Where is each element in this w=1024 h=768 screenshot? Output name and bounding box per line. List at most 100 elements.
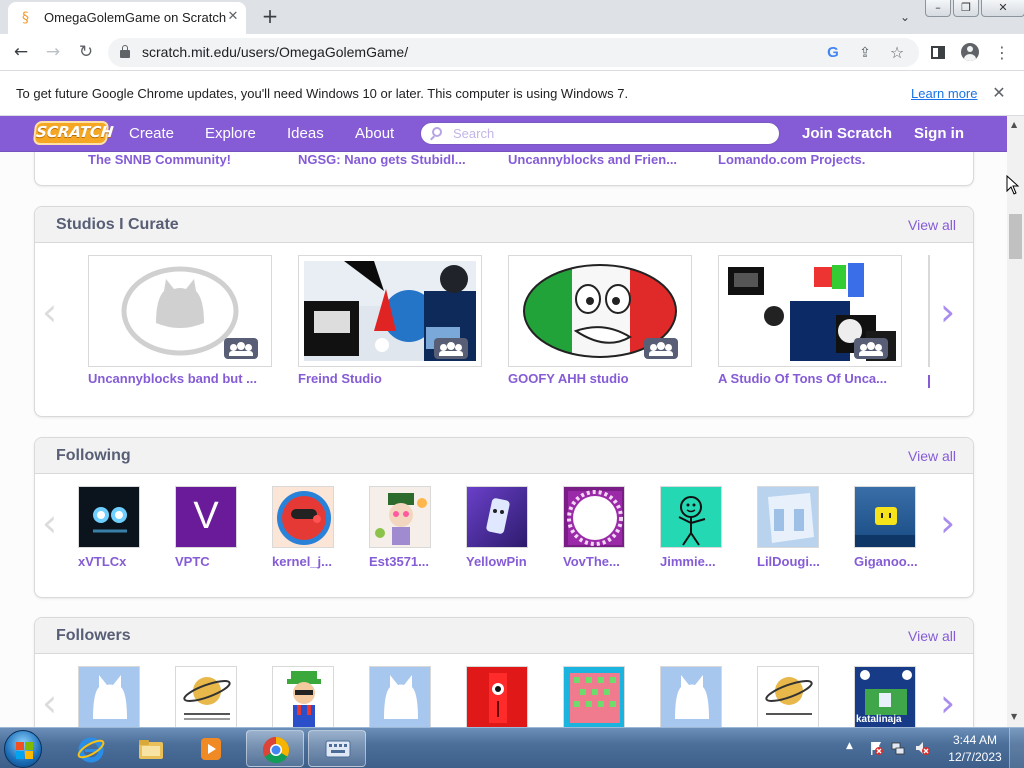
user-avatar[interactable]: [466, 486, 528, 548]
studio-title[interactable]: Uncannyblocks band but ...: [88, 371, 257, 386]
strip-item[interactable]: Uncannyblocks and Frien...: [508, 152, 677, 167]
tab-search-chevron-icon[interactable]: ⌄: [895, 7, 915, 27]
user-avatar[interactable]: [272, 486, 334, 548]
nav-create[interactable]: Create: [129, 125, 174, 142]
taskbar-ie-button[interactable]: [62, 730, 120, 767]
user-avatar[interactable]: V: [175, 486, 237, 548]
page-viewport: SCRATCH Create Explore Ideas About Searc…: [0, 116, 1007, 727]
page-scrollbar[interactable]: ▲ ▼: [1007, 116, 1024, 727]
network-icon[interactable]: [890, 740, 906, 756]
profile-avatar-icon[interactable]: [958, 41, 982, 65]
user-avatar[interactable]: [757, 486, 819, 548]
studio-title[interactable]: A Studio Of Tons Of Unca...: [718, 371, 887, 386]
google-icon[interactable]: G: [822, 42, 844, 64]
taskbar-explorer-button[interactable]: [122, 730, 180, 767]
followers-view-all-link[interactable]: View all: [908, 628, 956, 644]
strip-item[interactable]: Lomando.com Projects.: [718, 152, 865, 167]
taskbar-media-player-button[interactable]: [182, 730, 240, 767]
carousel-next-icon[interactable]: ›: [940, 504, 955, 542]
user-name[interactable]: YellowPin: [466, 554, 527, 569]
following-view-all-link[interactable]: View all: [908, 448, 956, 464]
user-name[interactable]: VovThe...: [563, 554, 620, 569]
scroll-down-icon[interactable]: ▼: [1011, 712, 1017, 721]
carousel-next-icon[interactable]: ›: [940, 684, 955, 722]
sign-in-link[interactable]: Sign in: [914, 125, 964, 142]
user-name[interactable]: Est3571...: [369, 554, 429, 569]
user-avatar[interactable]: katalinaja: [854, 666, 916, 727]
minimize-button[interactable]: –: [925, 0, 951, 17]
scroll-thumb[interactable]: [1009, 214, 1022, 259]
bookmark-star-icon[interactable]: ☆: [886, 42, 908, 64]
studio-thumbnail[interactable]: [298, 255, 482, 367]
search-input[interactable]: Search: [420, 122, 780, 145]
strip-item[interactable]: NGSG: Nano gets Stubidl...: [298, 152, 466, 167]
user-avatar[interactable]: [660, 666, 722, 727]
lock-icon[interactable]: [120, 45, 130, 58]
user-avatar[interactable]: [369, 486, 431, 548]
user-avatar[interactable]: [272, 666, 334, 727]
infobar-message: To get future Google Chrome updates, you…: [16, 86, 629, 101]
user-name[interactable]: Jimmie...: [660, 554, 716, 569]
reload-icon[interactable]: ↻: [73, 39, 99, 65]
studio-thumbnail-partial: [928, 255, 930, 367]
taskbar-chrome-button[interactable]: [246, 730, 304, 767]
user-name[interactable]: LilDougi...: [757, 554, 820, 569]
learn-more-link[interactable]: Learn more: [911, 86, 977, 101]
user-name[interactable]: VPTC: [175, 554, 210, 569]
studio-title[interactable]: GOOFY AHH studio: [508, 371, 629, 386]
side-panel-icon[interactable]: [926, 41, 950, 65]
user-name[interactable]: Giganoo...: [854, 554, 918, 569]
forward-arrow-icon[interactable]: →: [40, 39, 66, 65]
carousel-next-icon[interactable]: ›: [940, 293, 955, 331]
user-name[interactable]: xVTLCx: [78, 554, 126, 569]
studio-title[interactable]: Freind Studio: [298, 371, 382, 386]
clock-time[interactable]: 3:44 AM: [947, 733, 1003, 747]
clock-date[interactable]: 12/7/2023: [945, 750, 1005, 764]
strip-item[interactable]: The SNNB Community!: [88, 152, 231, 167]
scroll-up-icon[interactable]: ▲: [1011, 120, 1017, 129]
kebab-menu-icon[interactable]: ⋮: [990, 41, 1014, 65]
join-scratch-link[interactable]: Join Scratch: [802, 125, 892, 142]
followers-header: Followers View all: [35, 618, 973, 654]
studio-group-icon: [854, 338, 888, 359]
nav-ideas[interactable]: Ideas: [287, 125, 324, 142]
carousel-prev-icon[interactable]: ‹: [42, 684, 57, 722]
carousel-prev-icon[interactable]: ‹: [42, 504, 57, 542]
user-name[interactable]: kernel_j...: [272, 554, 332, 569]
followers-card: Followers View all ‹ › katalinaja: [34, 617, 974, 727]
show-desktop-button[interactable]: [1009, 728, 1024, 768]
studio-thumbnail[interactable]: [508, 255, 692, 367]
new-tab-button[interactable]: +: [258, 5, 282, 29]
studio-thumbnail[interactable]: [718, 255, 902, 367]
action-center-flag-icon[interactable]: [868, 740, 884, 756]
user-avatar[interactable]: [175, 666, 237, 727]
nav-about[interactable]: About: [355, 125, 394, 142]
volume-muted-icon[interactable]: [914, 740, 930, 756]
nav-explore[interactable]: Explore: [205, 125, 256, 142]
back-arrow-icon[interactable]: ←: [8, 39, 34, 65]
start-button[interactable]: [4, 730, 42, 768]
user-avatar[interactable]: [854, 486, 916, 548]
user-avatar[interactable]: [757, 666, 819, 727]
url-text[interactable]: scratch.mit.edu/users/OmegaGolemGame/: [142, 44, 408, 60]
user-avatar[interactable]: [466, 666, 528, 727]
close-window-button[interactable]: ✕: [981, 0, 1024, 17]
share-icon[interactable]: ⇪: [854, 42, 876, 64]
taskbar-keyboard-button[interactable]: [308, 730, 366, 767]
user-avatar[interactable]: [369, 666, 431, 727]
address-bar[interactable]: scratch.mit.edu/users/OmegaGolemGame/ G …: [108, 38, 919, 67]
user-avatar[interactable]: [563, 486, 625, 548]
studios-view-all-link[interactable]: View all: [908, 217, 956, 233]
scratch-logo[interactable]: SCRATCH: [32, 121, 114, 145]
infobar-close-icon[interactable]: ✕: [989, 83, 1009, 103]
tab-close-icon[interactable]: ✕: [224, 8, 242, 26]
user-avatar[interactable]: [78, 486, 140, 548]
user-avatar[interactable]: [563, 666, 625, 727]
user-avatar[interactable]: [78, 666, 140, 727]
browser-tab[interactable]: § OmegaGolemGame on Scratch ✕: [8, 2, 246, 34]
studio-thumbnail[interactable]: [88, 255, 272, 367]
carousel-prev-icon[interactable]: ‹: [42, 293, 57, 331]
show-hidden-icons-icon[interactable]: ▲: [846, 741, 853, 751]
restore-button[interactable]: ❐: [953, 0, 979, 17]
user-avatar[interactable]: [660, 486, 722, 548]
